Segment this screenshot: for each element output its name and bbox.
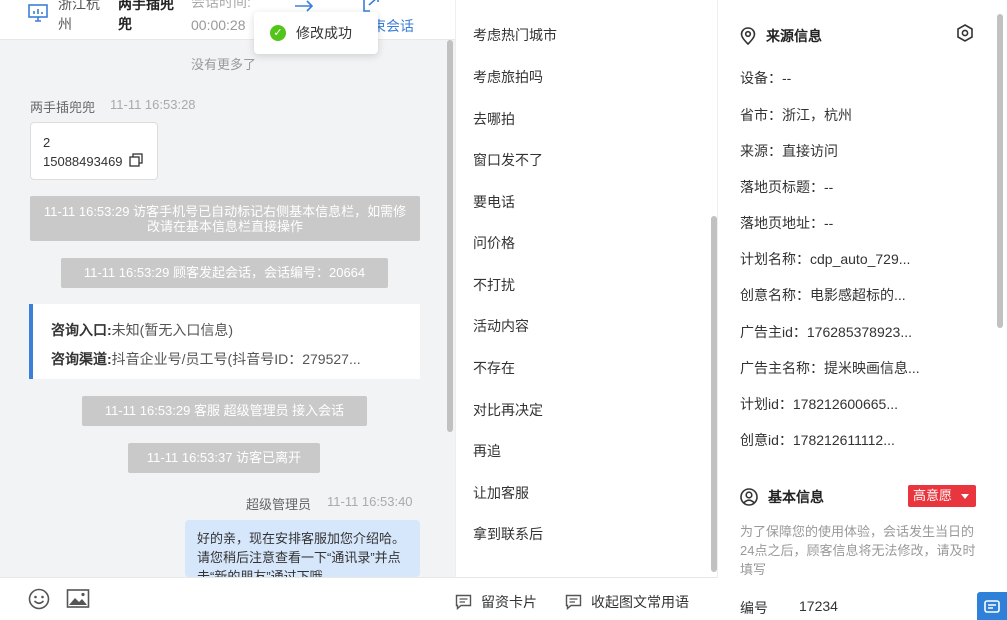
source-row: 来源：直接访问 (740, 143, 838, 159)
toast-message: 修改成功 (296, 25, 352, 41)
lead-card-button[interactable]: 留资卡片 (455, 592, 537, 612)
consult-entry-value: 未知(暂无入口信息) (111, 322, 233, 338)
info-scrollbar[interactable] (997, 14, 1003, 328)
message-time: 11-11 16:53:28 (110, 97, 196, 112)
check-circle-icon: ✓ (270, 25, 286, 41)
lead-card-label: 留资卡片 (481, 594, 537, 610)
visitor-name: 两手插兜兜 (118, 0, 174, 32)
intent-level-dropdown[interactable]: 高意愿 (908, 485, 976, 507)
chat-input-toolbar (0, 577, 455, 620)
visitor-message-bubble: 2 15088493469 (30, 122, 158, 180)
phrase-item[interactable]: 让加客服 (473, 483, 529, 503)
chat-panel: 浙江杭州 两手插兜兜 会话时间: 00:00:28 束会话 ✓ 修改成功 没有更… (0, 0, 455, 620)
consult-entry-label: 咨询入口: (51, 322, 112, 338)
chat-scrollbar[interactable] (447, 40, 453, 432)
system-message: 11-11 16:53:37 访客已离开 (128, 443, 320, 473)
consult-info-card: 咨询入口:未知(暂无入口信息) 咨询渠道:抖音企业号/员工号(抖音号ID：279… (29, 304, 420, 379)
message-sender: 两手插兜兜 (30, 100, 96, 115)
message-line: 2 (43, 135, 51, 150)
phrase-item[interactable]: 再追 (473, 441, 501, 461)
consult-channel-value: 抖音企业号/员工号(抖音号ID：279527... (111, 351, 361, 367)
id-label: 编号 (740, 600, 768, 616)
session-time-label: 会话时间: (191, 0, 251, 10)
phrase-item[interactable]: 活动内容 (473, 316, 529, 336)
session-duration: 00:00:28 (191, 17, 246, 33)
message-time: 11-11 16:53:40 (327, 494, 413, 509)
quick-phrases-panel: 考虑热门城市 考虑旅拍吗 去哪拍 窗口发不了 要电话 问价格 不打扰 活动内容 … (455, 0, 718, 620)
source-row: 广告主id：176285378923... (740, 324, 912, 340)
source-row: 计划id：178212600665... (740, 396, 898, 412)
customer-info-panel: 来源信息 设备：-- 省市：浙江，杭州 来源：直接访问 落地页标题：-- 落地页… (718, 0, 1007, 620)
phrase-item[interactable]: 不打扰 (473, 275, 515, 295)
collapse-phrases-label: 收起图文常用语 (591, 594, 689, 610)
end-session-button[interactable]: 束会话 (372, 16, 414, 36)
system-message: 11-11 16:53:29 顾客发起会话，会话编号：20664 (61, 258, 388, 288)
phrase-item[interactable]: 对比再决定 (473, 400, 543, 420)
message-sender: 超级管理员 (246, 497, 312, 512)
phrases-toolbar: 留资卡片 收起图文常用语 (455, 577, 718, 620)
source-row: 创意名称：电影感超标的... (740, 287, 906, 303)
phrase-item[interactable]: 不存在 (473, 358, 515, 378)
edit-notice: 为了保障您的使用体验，会话发生当日的24点之后，顾客信息将无法修改，请及时填写 (740, 524, 976, 577)
system-message: 11-11 16:53:29 访客手机号已自动标记右侧基本信息栏，如需修改请在基… (30, 196, 420, 241)
transfer-arrow-icon[interactable] (294, 0, 314, 12)
chat-icon (984, 600, 1000, 613)
user-circle-icon (740, 488, 758, 506)
phrase-item[interactable]: 考虑旅拍吗 (473, 67, 543, 87)
phrase-item[interactable]: 问价格 (473, 233, 515, 253)
phrase-item[interactable]: 拿到联系后 (473, 524, 543, 544)
phrase-item[interactable]: 要电话 (473, 192, 515, 212)
location-pin-icon (740, 27, 756, 45)
consult-channel-label: 咨询渠道: (51, 351, 112, 367)
message-card-icon (565, 594, 582, 610)
source-row: 省市：浙江，杭州 (740, 107, 852, 123)
phrase-item[interactable]: 去哪拍 (473, 109, 515, 129)
image-icon[interactable] (66, 588, 90, 610)
copy-icon[interactable] (129, 153, 143, 167)
chat-header: 浙江杭州 两手插兜兜 会话时间: 00:00:28 束会话 (0, 0, 455, 40)
source-row: 落地页地址：-- (740, 215, 834, 231)
consult-entry-row: 咨询入口:未知(暂无入口信息) (51, 316, 402, 345)
source-info-header: 来源信息 (740, 26, 822, 46)
agent-message-bubble: 好的亲，现在安排客服加您介绍哈。请您稍后注意查看一下“通讯录”并点击“新的朋友”… (185, 520, 420, 577)
settings-hexagon-icon[interactable] (956, 24, 974, 42)
visitor-location: 浙江杭州 (58, 0, 100, 32)
message-card-icon (455, 594, 472, 610)
source-row: 计划名称：cdp_auto_729... (740, 251, 911, 267)
monitor-icon (28, 4, 48, 22)
collapse-phrases-button[interactable]: 收起图文常用语 (565, 592, 689, 612)
consult-channel-row: 咨询渠道:抖音企业号/员工号(抖音号ID：279527... (51, 345, 402, 374)
source-row: 创意id：178212611112... (740, 432, 895, 448)
phrase-item[interactable]: 窗口发不了 (473, 150, 543, 170)
basic-info-title: 基本信息 (768, 489, 824, 505)
source-row: 落地页标题：-- (740, 179, 834, 195)
emoji-icon[interactable] (28, 588, 50, 610)
floating-chat-button[interactable] (977, 592, 1007, 620)
id-value: 17234 (799, 598, 838, 614)
success-toast: ✓ 修改成功 (254, 12, 378, 54)
basic-info-header: 基本信息 (740, 487, 824, 507)
source-row: 设备：-- (740, 70, 792, 86)
phrases-scrollbar[interactable] (711, 216, 717, 572)
source-info-title: 来源信息 (766, 28, 822, 44)
system-message: 11-11 16:53:29 客服 超级管理员 接入会话 (82, 396, 367, 426)
phrase-item[interactable]: 考虑热门城市 (473, 25, 557, 45)
exit-icon[interactable] (362, 0, 380, 12)
source-row: 广告主名称：提米映画信息... (740, 360, 920, 376)
no-more-history[interactable]: 没有更多了 (0, 54, 447, 73)
